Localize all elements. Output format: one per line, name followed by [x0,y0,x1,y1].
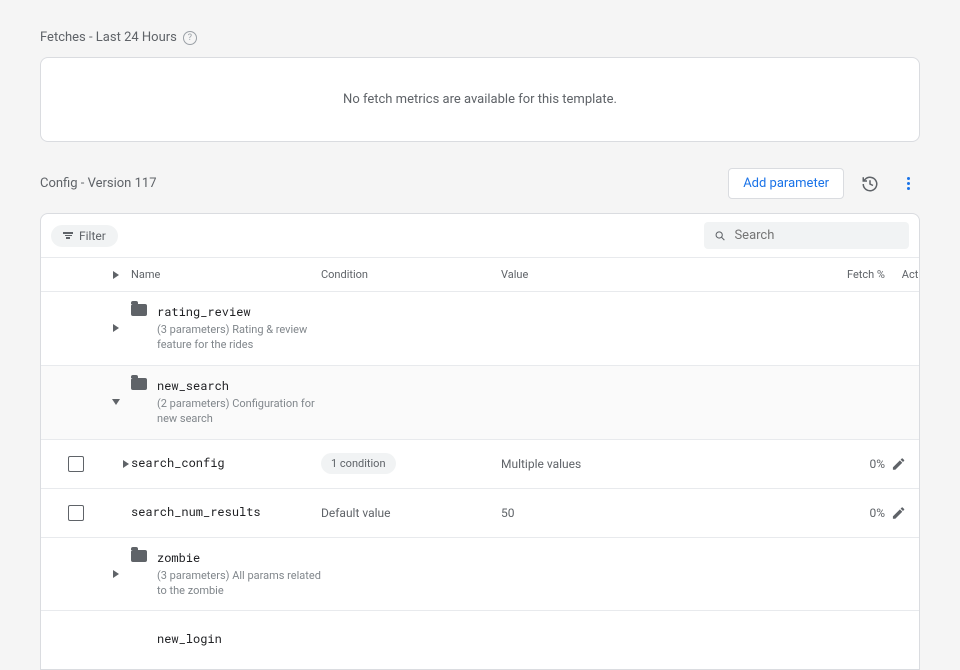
param-fetch: 0% [821,506,891,520]
table-header: Name Condition Value Fetch % Actions [41,258,919,292]
chevron-right-icon[interactable] [113,324,119,332]
col-actions: Actions [891,268,920,281]
help-icon[interactable]: ? [183,31,197,45]
fetches-header: Fetches - Last 24 Hours ? [40,30,920,45]
fetches-title: Fetches - Last 24 Hours [40,30,177,45]
group-desc: (2 parameters) Configuration for new sea… [157,396,321,427]
col-name: Name [131,268,321,281]
add-parameter-button[interactable]: Add parameter [728,168,844,199]
search-field[interactable] [704,222,909,249]
row-more-button[interactable] [916,452,920,476]
group-name: new_search [157,378,321,394]
param-name: search_config [131,455,225,471]
filter-icon [63,232,73,239]
filter-label: Filter [79,229,106,243]
group-row[interactable]: rating_review (3 parameters) Rating & re… [41,292,919,366]
group-name: rating_review [157,304,321,320]
group-desc: (3 parameters) Rating & review feature f… [157,322,321,353]
chevron-right-icon[interactable] [113,271,119,279]
condition-text: Default value [321,506,501,520]
condition-chip: 1 condition [321,453,396,474]
chevron-down-icon[interactable] [112,399,120,405]
row-checkbox[interactable] [68,505,84,521]
param-value: Multiple values [501,457,821,471]
param-row[interactable]: search_config 1 condition Multiple value… [41,440,919,489]
folder-icon [131,550,147,562]
group-row[interactable]: zombie (3 parameters) All params related… [41,538,919,612]
filter-button[interactable]: Filter [51,225,118,247]
param-fetch: 0% [821,457,891,471]
search-input[interactable] [734,228,899,243]
param-row[interactable]: search_num_results Default value 50 0% [41,489,919,538]
history-button[interactable] [858,172,882,196]
search-icon [714,229,726,243]
row-more-button[interactable] [916,501,920,525]
history-icon [861,175,879,193]
group-row[interactable]: new_login [41,611,919,669]
edit-icon[interactable] [891,505,906,521]
config-title: Config - Version 117 [40,176,157,191]
more-vert-icon [907,177,910,190]
col-value: Value [501,268,821,281]
col-condition: Condition [321,268,501,281]
col-fetch: Fetch % [821,268,891,281]
param-name: search_num_results [131,504,261,520]
fetches-empty-card: No fetch metrics are available for this … [40,57,920,142]
group-name: new_login [157,631,222,647]
param-value: 50 [501,506,821,520]
group-name: zombie [157,550,321,566]
chevron-right-icon[interactable] [123,460,129,468]
panel-toolbar: Filter [41,214,919,258]
chevron-right-icon[interactable] [113,570,119,578]
folder-icon [131,304,147,316]
fetches-empty-text: No fetch metrics are available for this … [343,92,617,107]
edit-icon[interactable] [891,456,906,472]
row-checkbox[interactable] [68,456,84,472]
config-more-button[interactable] [896,172,920,196]
folder-icon [131,378,147,390]
row-more-button[interactable] [915,316,920,340]
config-panel: Filter Name Condition Value Fetch % Acti… [40,213,920,670]
row-more-button[interactable] [915,390,920,414]
group-desc: (3 parameters) All params related to the… [157,568,321,599]
group-row[interactable]: new_search (2 parameters) Configuration … [41,366,919,440]
row-more-button[interactable] [915,562,920,586]
